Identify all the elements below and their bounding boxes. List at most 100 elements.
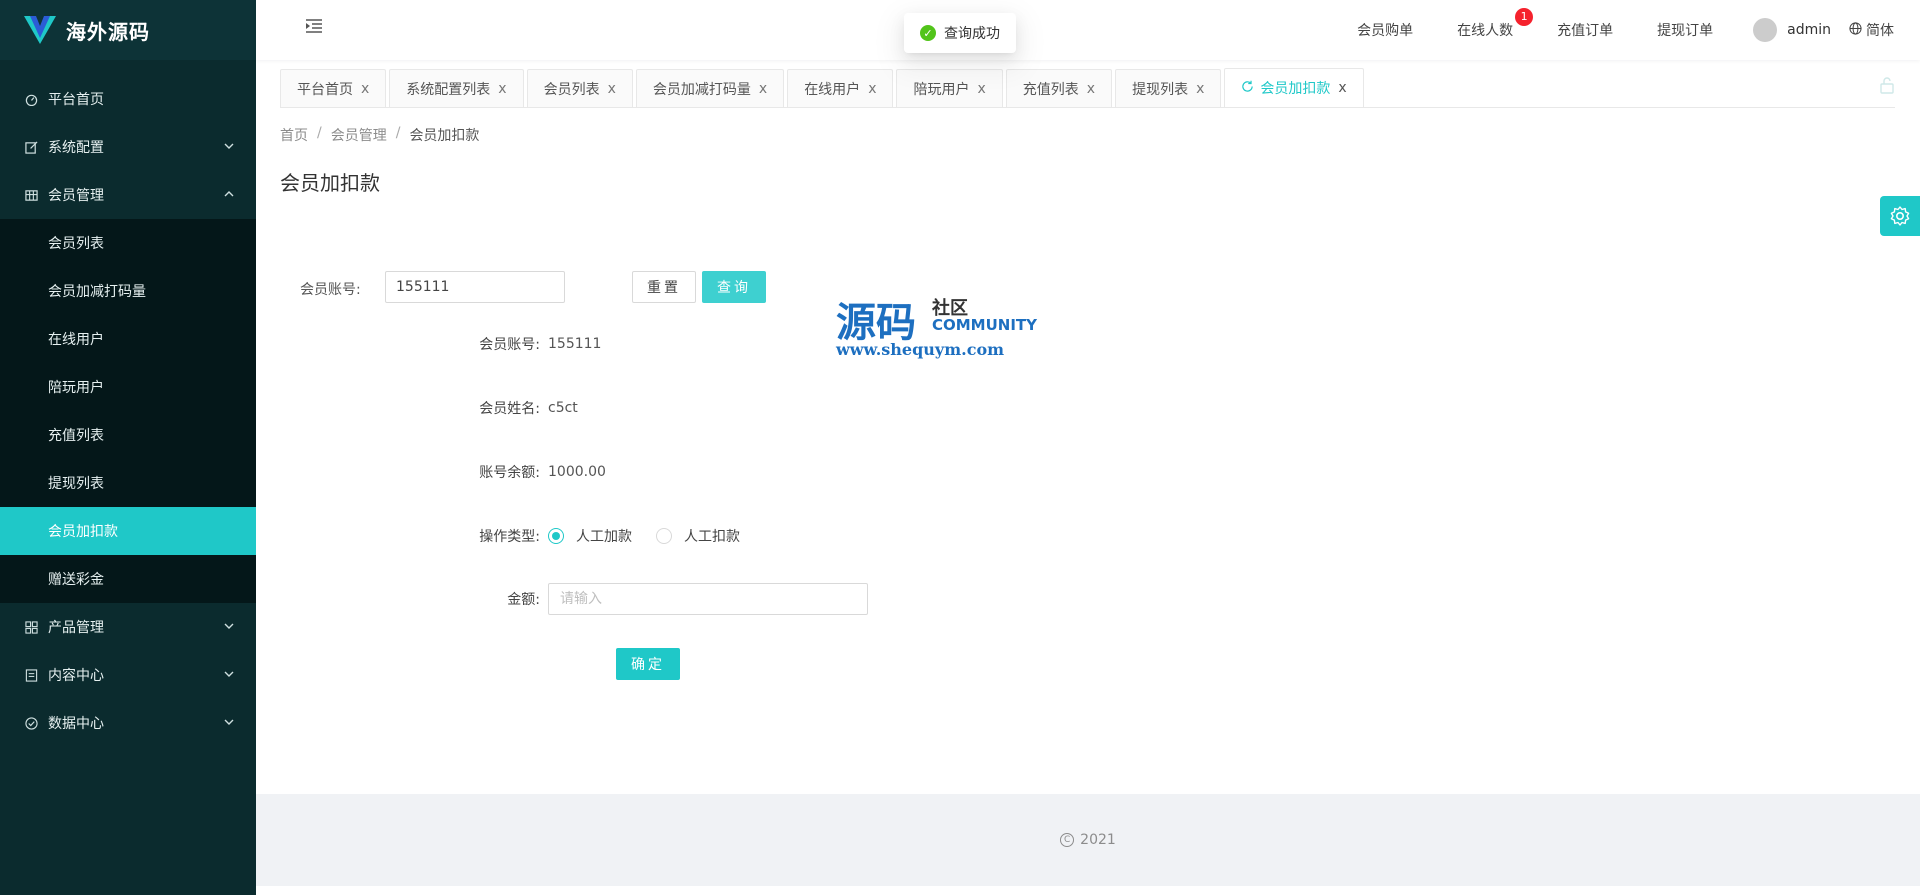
sidebar-item-label: 会员加扣款 <box>48 524 118 540</box>
watermark-community: COMMUNITY <box>932 316 1038 334</box>
sidebar-item-content-center[interactable]: 内容中心 <box>0 651 256 699</box>
app-title: 海外源码 <box>66 19 150 44</box>
toast-text: 查询成功 <box>944 26 1000 42</box>
close-icon[interactable]: x <box>868 81 876 97</box>
close-icon[interactable]: x <box>1196 81 1204 97</box>
online-count-label: 在线人数 <box>1457 23 1514 39</box>
reset-button[interactable]: 重置 <box>632 271 696 303</box>
name-value: c5ct <box>548 400 578 416</box>
query-button[interactable]: 查询 <box>702 271 766 303</box>
sidebar-item-label: 数据中心 <box>48 716 104 732</box>
sidebar-item-label: 系统配置 <box>48 140 104 156</box>
search-account-input[interactable] <box>385 271 565 303</box>
amount-row: 金额: <box>470 583 868 615</box>
sidebar-item-member-bet-amount[interactable]: 会员加减打码量 <box>0 267 256 315</box>
account-label: 会员账号: <box>479 337 540 353</box>
tab-member-adjust[interactable]: 会员加扣款 x <box>1224 68 1364 107</box>
sidebar-item-label: 内容中心 <box>48 668 104 684</box>
online-count-link[interactable]: 在线人数 1 <box>1457 8 1534 40</box>
tab-system-config-list[interactable]: 系统配置列表 x <box>389 69 524 107</box>
withdraw-orders-link[interactable]: 提现订单 <box>1657 20 1713 40</box>
breadcrumb-section[interactable]: 会员管理 <box>331 125 387 145</box>
tab-withdraw-list[interactable]: 提现列表 x <box>1115 69 1222 107</box>
sidebar-item-label: 会员管理 <box>48 188 104 204</box>
account-value: 155111 <box>548 336 602 352</box>
settings-gear-icon[interactable] <box>1880 196 1920 236</box>
footer-year: 2021 <box>1080 832 1116 848</box>
tab-member-bet-amount[interactable]: 会员加减打码量 x <box>635 69 785 107</box>
sidebar-item-dashboard[interactable]: 平台首页 <box>0 75 256 123</box>
language-switcher[interactable]: 简体 <box>1849 20 1894 40</box>
tab-companion-users[interactable]: 陪玩用户 x <box>896 69 1003 107</box>
sidebar-item-product-management[interactable]: 产品管理 <box>0 603 256 651</box>
close-icon[interactable]: x <box>361 81 369 97</box>
name-row: 会员姓名: c5ct <box>470 398 578 418</box>
sidebar-item-member-adjust[interactable]: 会员加扣款 <box>0 507 256 555</box>
success-toast: ✓ 查询成功 <box>904 13 1016 53</box>
unlock-icon[interactable] <box>1878 76 1896 94</box>
operation-type-row: 操作类型: 人工加款 人工扣款 <box>470 526 756 546</box>
tab-label: 提现列表 <box>1132 81 1189 98</box>
sidebar-item-system-config[interactable]: 系统配置 <box>0 123 256 171</box>
member-orders-link[interactable]: 会员购单 <box>1357 20 1413 40</box>
table-icon <box>24 188 38 202</box>
logo-icon <box>24 16 56 44</box>
sidebar-item-label: 赠送彩金 <box>48 572 104 588</box>
reload-icon[interactable] <box>1241 80 1254 97</box>
username: admin <box>1787 22 1831 38</box>
chevron-down-icon <box>224 668 234 682</box>
logo[interactable]: 海外源码 <box>0 0 256 60</box>
sidebar-item-recharge-list[interactable]: 充值列表 <box>0 411 256 459</box>
check-circle-icon: ✓ <box>920 25 936 41</box>
sidebar-item-online-users[interactable]: 在线用户 <box>0 315 256 363</box>
sidebar-item-label: 在线用户 <box>48 332 104 348</box>
close-icon[interactable]: x <box>759 81 767 97</box>
radio-manual-add[interactable]: 人工加款 <box>548 526 632 546</box>
sidebar-item-member-list[interactable]: 会员列表 <box>0 219 256 267</box>
breadcrumb-current: 会员加扣款 <box>409 128 480 144</box>
sidebar-item-label: 提现列表 <box>48 476 104 492</box>
sidebar-item-label: 会员加减打码量 <box>48 284 146 300</box>
breadcrumb-separator: / <box>317 125 322 141</box>
sidebar-item-data-center[interactable]: 数据中心 <box>0 699 256 747</box>
top-header: 会员购单 在线人数 1 充值订单 提现订单 admin 简体 <box>256 0 1920 60</box>
radio-dot <box>548 528 564 544</box>
tab-member-list[interactable]: 会员列表 x <box>526 69 633 107</box>
sidebar-item-bonus-gift[interactable]: 赠送彩金 <box>0 555 256 603</box>
breadcrumb-home[interactable]: 首页 <box>280 125 308 145</box>
tab-label: 在线用户 <box>804 81 861 98</box>
radio-manual-deduct[interactable]: 人工扣款 <box>656 526 740 546</box>
tab-online-users[interactable]: 在线用户 x <box>787 69 894 107</box>
globe-icon <box>1849 21 1862 39</box>
radio-label: 人工扣款 <box>684 529 740 545</box>
close-icon[interactable]: x <box>977 81 985 97</box>
close-icon[interactable]: x <box>1087 81 1095 97</box>
close-icon[interactable]: x <box>498 81 506 97</box>
tab-platform-home[interactable]: 平台首页 x <box>280 69 387 107</box>
close-icon[interactable]: x <box>608 81 616 97</box>
tab-label: 充值列表 <box>1022 81 1079 98</box>
sidebar-item-withdraw-list[interactable]: 提现列表 <box>0 459 256 507</box>
sidebar-item-member-management[interactable]: 会员管理 <box>0 171 256 219</box>
page-tabs: 平台首页 x 系统配置列表 x 会员列表 x 会员加减打码量 x 在线用户 x 陪玩用户 x… <box>280 68 1895 108</box>
user-menu[interactable]: admin <box>1753 18 1831 42</box>
radio-dot <box>656 528 672 544</box>
header-actions: 会员购单 在线人数 1 充值订单 提现订单 admin 简体 <box>1335 0 1920 60</box>
bottom-bar <box>256 886 1920 895</box>
close-icon[interactable]: x <box>1338 80 1346 96</box>
dashboard-icon <box>24 92 38 106</box>
radio-label: 人工加款 <box>576 529 632 545</box>
tab-recharge-list[interactable]: 充值列表 x <box>1005 69 1113 107</box>
amount-label: 金额: <box>507 592 540 608</box>
sidebar-menu-lower: 产品管理 内容中心 数据中心 <box>0 603 256 747</box>
confirm-button[interactable]: 确定 <box>616 648 680 680</box>
account-row: 会员账号: 155111 <box>470 334 601 354</box>
recharge-orders-link[interactable]: 充值订单 <box>1557 20 1613 40</box>
amount-input[interactable] <box>548 583 868 615</box>
balance-value: 1000.00 <box>548 464 606 480</box>
member-submenu: 会员列表 会员加减打码量 在线用户 陪玩用户 充值列表 提现列表 会员加扣款 赠… <box>0 219 256 603</box>
breadcrumb-separator: / <box>395 125 401 141</box>
sidebar-item-label: 平台首页 <box>48 92 104 108</box>
sidebar-item-companion-users[interactable]: 陪玩用户 <box>0 363 256 411</box>
menu-fold-icon[interactable] <box>304 16 324 36</box>
